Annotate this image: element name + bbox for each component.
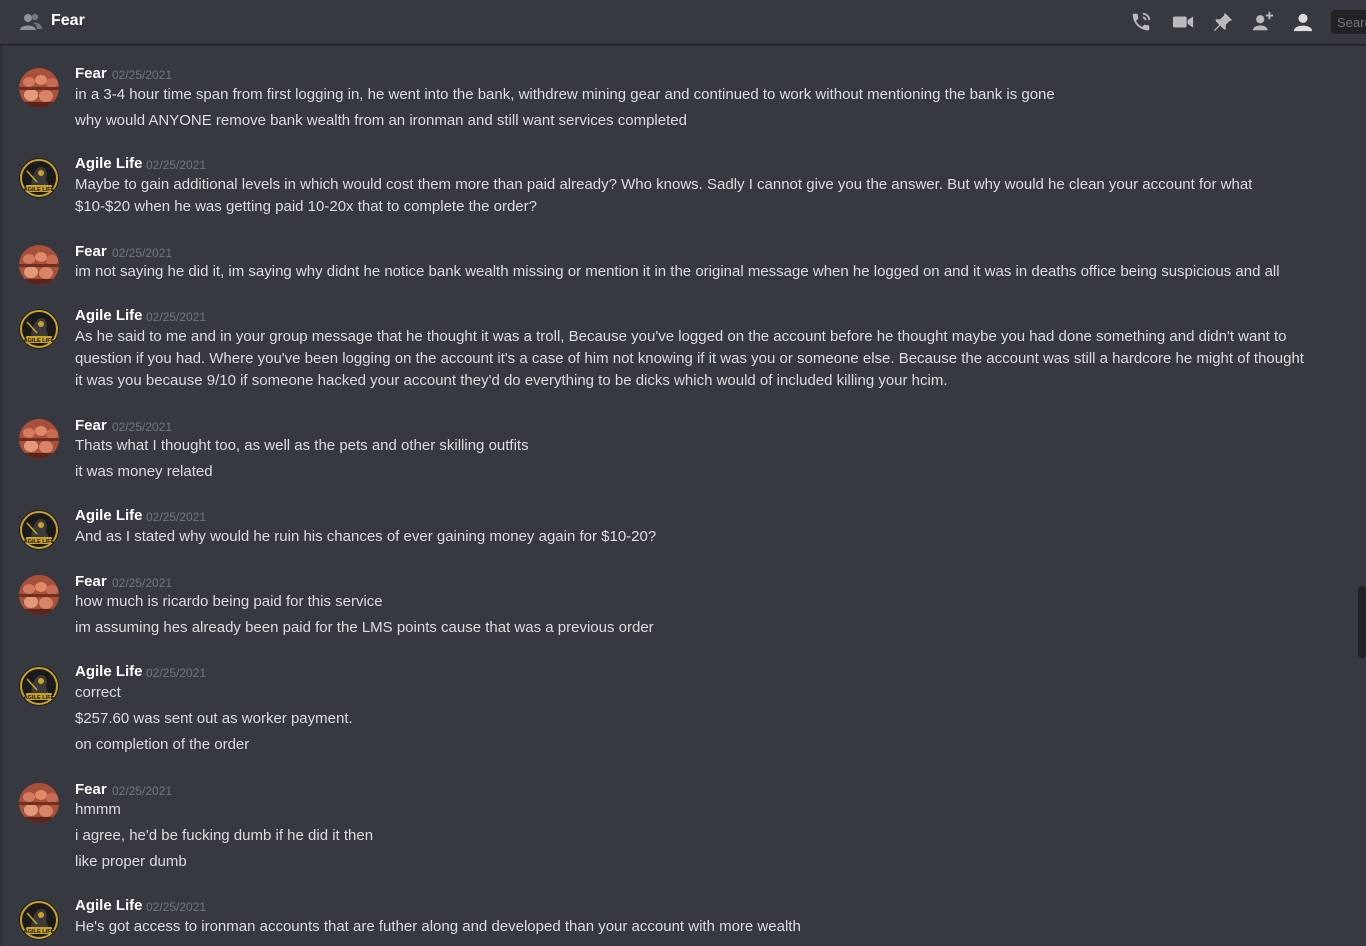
message-text: As he said to me and in your group messa…: [75, 328, 1287, 345]
message-text: correct: [75, 684, 121, 701]
message-text: question if you had. Where you've been l…: [75, 350, 1304, 367]
avatar[interactable]: [19, 68, 59, 108]
timestamp: 02/25/2021: [112, 68, 173, 82]
message-text: $257.60 was sent out as worker payment.: [75, 710, 353, 727]
message-text: like proper dumb: [75, 853, 187, 870]
message-text: And as I stated why would he ruin his ch…: [75, 528, 657, 545]
scrollbar-thumb[interactable]: [1358, 586, 1366, 658]
svg-text:AGILE LIFE: AGILE LIFE: [24, 539, 55, 545]
author-name[interactable]: Agile Life: [75, 307, 143, 324]
timestamp: 02/25/2021: [146, 510, 207, 524]
timestamp: 02/25/2021: [146, 310, 207, 324]
video-icon[interactable]: [1172, 11, 1194, 33]
message-text: why would ANYONE remove bank wealth from…: [75, 112, 687, 129]
author-name[interactable]: Fear: [75, 417, 107, 434]
timestamp: 02/25/2021: [112, 246, 173, 260]
avatar[interactable]: AGILE LIFE: [19, 666, 59, 706]
message-group: AGILE LIFE Agile Life 02/25/2021 correct…: [0, 661, 1340, 757]
message-group: Fear 02/25/2021 hmmm i agree, he'd be fu…: [0, 778, 1340, 874]
author-name[interactable]: Agile Life: [75, 663, 143, 680]
message-text: Maybe to gain additional levels in which…: [75, 176, 1253, 193]
message-group: Fear 02/25/2021 Thats what I thought too…: [0, 414, 1340, 484]
search-input[interactable]: Search: [1331, 10, 1366, 34]
message-text: hmmm: [75, 801, 121, 818]
author-name[interactable]: Fear: [75, 65, 107, 82]
channel-header: Fear Search: [0, 0, 1366, 45]
author-name[interactable]: Agile Life: [75, 155, 143, 172]
timestamp: 02/25/2021: [112, 420, 173, 434]
author-name[interactable]: Agile Life: [75, 897, 143, 914]
message-text: it was money related: [75, 463, 213, 480]
timestamp: 02/25/2021: [112, 784, 173, 798]
message-group: AGILE LIFE Agile Life 02/25/2021 And as …: [0, 505, 1340, 550]
author-name[interactable]: Agile Life: [75, 507, 143, 524]
avatar[interactable]: [19, 575, 59, 615]
avatar[interactable]: [19, 783, 59, 823]
author-name[interactable]: Fear: [75, 243, 107, 260]
message-text: Thats what I thought too, as well as the…: [75, 437, 529, 454]
timestamp: 02/25/2021: [146, 666, 207, 680]
timestamp: 02/25/2021: [146, 158, 207, 172]
message-group: Fear 02/25/2021 in a 3-4 hour time span …: [0, 62, 1340, 132]
add-member-icon[interactable]: [1252, 11, 1274, 33]
message-group: AGILE LIFE Agile Life 02/25/2021 As he s…: [0, 305, 1340, 395]
message-text: He's got access to ironman accounts that…: [75, 918, 801, 935]
message-group: Fear 02/25/2021 how much is ricardo bein…: [0, 570, 1340, 640]
call-icon[interactable]: [1130, 11, 1152, 33]
avatar[interactable]: [19, 419, 59, 459]
message-text: i agree, he'd be fucking dumb if he did …: [75, 827, 374, 844]
message-text: how much is ricardo being paid for this …: [75, 593, 383, 610]
avatar[interactable]: AGILE LIFE: [19, 510, 59, 550]
author-name[interactable]: Fear: [75, 781, 107, 798]
message-text: on completion of the order: [75, 736, 250, 753]
message-group: Fear 02/25/2021 im not saying he did it,…: [0, 240, 1340, 285]
avatar[interactable]: AGILE LIFE: [19, 900, 59, 940]
timestamp: 02/25/2021: [146, 900, 207, 914]
svg-text:AGILE LIFE: AGILE LIFE: [24, 338, 55, 344]
avatar[interactable]: AGILE LIFE: [19, 309, 59, 349]
avatar[interactable]: AGILE LIFE: [19, 158, 59, 198]
timestamp: 02/25/2021: [112, 576, 173, 590]
pin-icon[interactable]: [1212, 11, 1234, 33]
message-text: it was you because 9/10 if someone hacke…: [75, 372, 948, 389]
author-name[interactable]: Fear: [75, 573, 107, 590]
message-group: AGILE LIFE Agile Life 02/25/2021 Maybe t…: [0, 153, 1340, 219]
message-text: im assuming hes already been paid for th…: [75, 619, 654, 636]
member-list-icon[interactable]: [1292, 11, 1314, 33]
message-list[interactable]: Fear 02/25/2021 in a 3-4 hour time span …: [0, 46, 1356, 946]
channel-title: Fear: [51, 12, 85, 29]
people-icon: [20, 13, 42, 30]
svg-text:AGILE LIFE: AGILE LIFE: [24, 929, 55, 935]
svg-text:AGILE LIFE: AGILE LIFE: [24, 695, 55, 701]
message-group: AGILE LIFE Agile Life 02/25/2021 He's go…: [0, 895, 1340, 945]
svg-text:AGILE LIFE: AGILE LIFE: [24, 187, 55, 193]
avatar[interactable]: [19, 245, 59, 285]
message-text: in a 3-4 hour time span from first loggi…: [75, 86, 1055, 103]
message-text: im not saying he did it, im saying why d…: [75, 263, 1280, 280]
message-text: $10-$20 when he was getting paid 10-20x …: [75, 198, 537, 215]
